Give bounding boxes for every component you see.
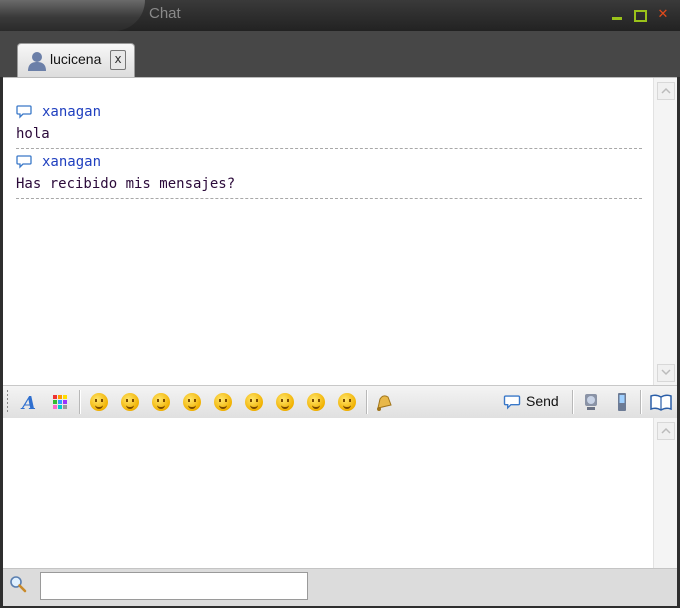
surprised-emoticon-icon[interactable] [245,393,263,411]
sad-emoticon-icon[interactable] [307,393,325,411]
window-title: Chat [149,5,181,22]
toolbar-separator [79,390,81,414]
book-icon[interactable] [649,392,673,412]
toolbar-separator [640,390,642,414]
user-icon [28,52,46,71]
send-label: Send [526,393,559,409]
tongue-emoticon-icon[interactable] [276,393,294,411]
confused-emoticon-icon[interactable] [338,393,356,411]
speech-bubble-icon [16,155,32,169]
speech-bubble-icon [16,105,32,119]
scroll-up-button[interactable] [657,422,675,440]
search-bar [3,568,677,606]
wink-emoticon-icon[interactable] [214,393,232,411]
tab-label: lucicena [50,51,102,67]
mobile-icon[interactable] [612,392,632,412]
toolbar-separator [572,390,574,414]
chevron-up-icon [661,87,671,94]
webcam-icon[interactable] [581,392,601,412]
toolbar-grip[interactable] [7,390,8,414]
big-grin-emoticon-icon[interactable] [183,393,201,411]
search-icon[interactable] [9,575,27,593]
message-text: Has recibido mis mensajes? [16,176,236,192]
color-palette-icon[interactable] [50,392,70,412]
chat-history[interactable]: xanagan hola xanagan Has recibido mis me… [3,77,677,386]
title-bar[interactable]: Chat ✕ [0,0,680,31]
toolbar-separator [366,390,368,414]
chat-message: xanagan hola [16,102,642,149]
search-input[interactable] [40,572,308,600]
smile-emoticon-icon[interactable] [90,393,108,411]
scroll-up-button[interactable] [657,82,675,100]
chevron-down-icon [661,369,671,376]
chevron-up-icon [661,427,671,434]
message-sender: xanagan [42,104,102,120]
send-button[interactable]: Send [503,391,563,413]
minimize-button[interactable] [610,8,624,22]
tab-lucicena[interactable]: lucicena x [17,43,135,78]
chat-scrollbar[interactable] [653,78,677,386]
input-scrollbar[interactable] [653,418,677,568]
tab-strip: lucicena x [0,31,680,78]
message-toolbar: A Send [3,385,677,419]
maximize-button[interactable] [633,8,647,22]
chat-window: Chat ✕ lucicena x xanagan hola xanagan H… [0,0,680,608]
scroll-down-button[interactable] [657,364,675,382]
close-button[interactable]: ✕ [656,8,670,22]
tab-close-button[interactable]: x [110,50,126,70]
message-input[interactable] [3,418,677,568]
svg-text:A: A [20,393,36,412]
grin-emoticon-icon[interactable] [121,393,139,411]
font-icon[interactable]: A [19,392,39,412]
message-text: hola [16,126,50,142]
message-sender: xanagan [42,154,102,170]
laugh-emoticon-icon[interactable] [152,393,170,411]
bell-icon[interactable] [374,392,394,412]
speech-bubble-icon [503,395,521,410]
title-bar-glow [0,0,145,31]
chat-message: xanagan Has recibido mis mensajes? [16,152,642,199]
